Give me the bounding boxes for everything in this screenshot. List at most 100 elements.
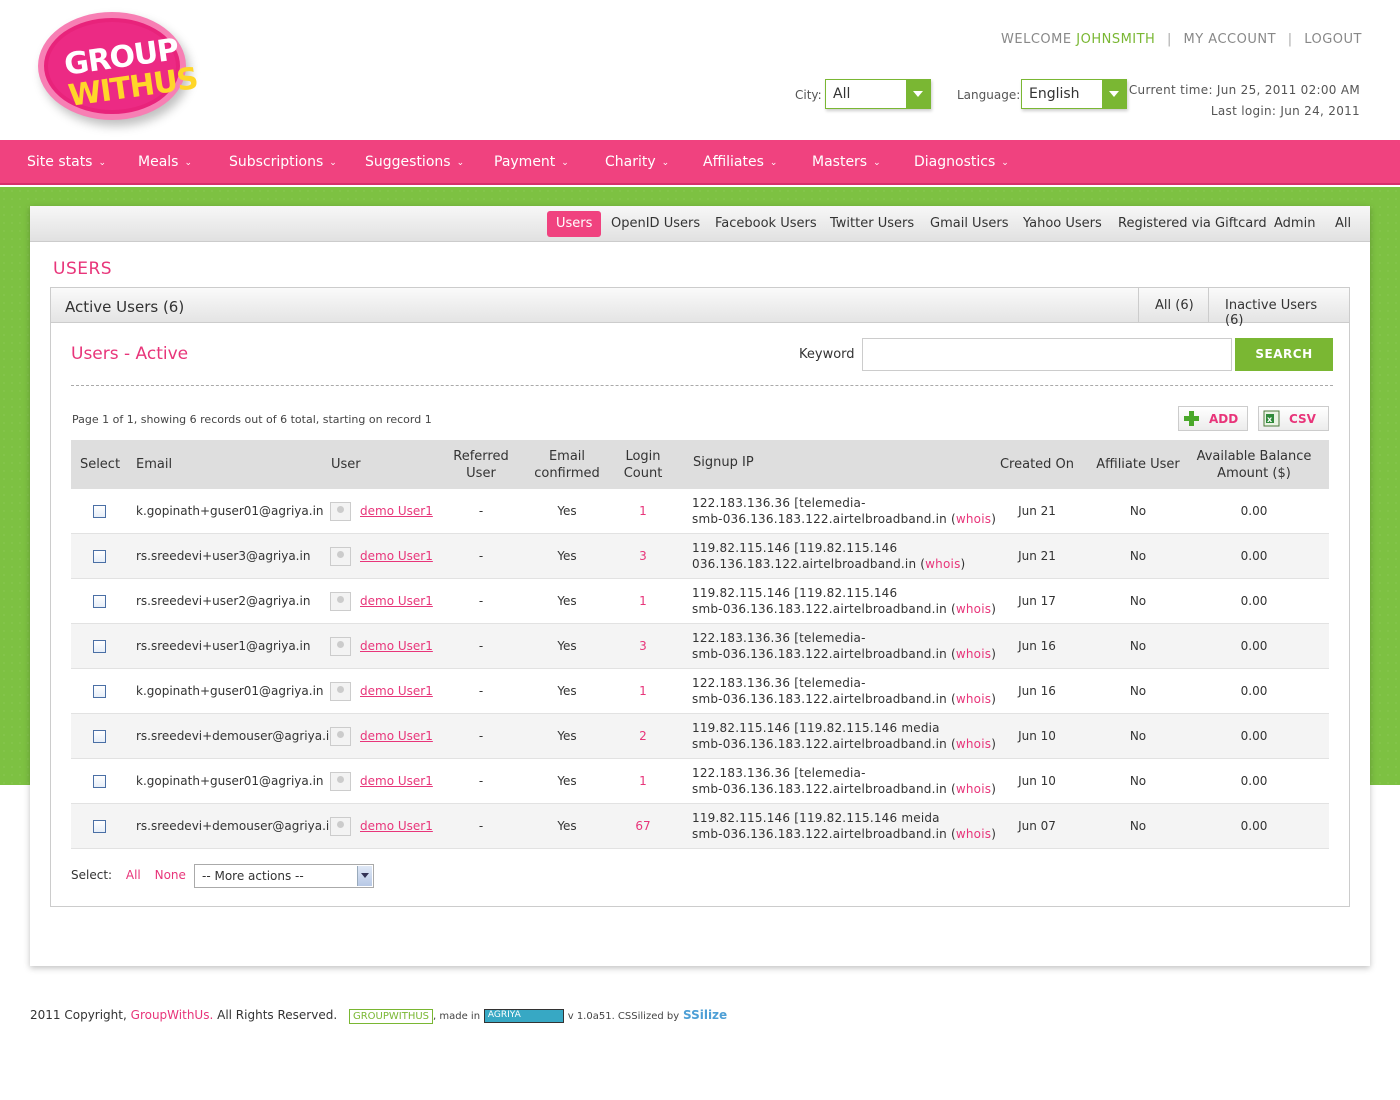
chevron-down-icon[interactable] [357, 866, 372, 886]
keyword-input[interactable] [862, 338, 1232, 371]
row-affiliate: No [1129, 504, 1147, 518]
user-link[interactable]: demo User1 [360, 774, 433, 788]
row-affiliate: No [1129, 549, 1147, 563]
row-login-count[interactable]: 3 [615, 549, 671, 563]
whois-link[interactable]: whois [925, 557, 960, 571]
cssilize-logo[interactable]: SSilize [683, 1008, 727, 1022]
user-link[interactable]: demo User1 [360, 594, 433, 608]
ip-host: smb-036.136.183.122.airtelbroadband.in ( [692, 647, 956, 661]
row-confirmed: Yes [557, 684, 577, 698]
row-login-count[interactable]: 1 [615, 504, 671, 518]
search-button[interactable]: SEARCH [1235, 338, 1333, 371]
tab-all-count[interactable]: All (6) [1138, 288, 1210, 323]
avatar [330, 772, 351, 791]
row-signup-ip: 122.183.136.36 [telemedia-smb-036.136.18… [692, 495, 996, 527]
row-checkbox[interactable] [93, 820, 106, 833]
city-select[interactable]: All [825, 79, 931, 109]
tab-yahoo-users[interactable]: Yahoo Users [1014, 211, 1111, 237]
nav-subscriptions[interactable]: Subscriptions ⌄ [229, 154, 337, 170]
agriya-badge[interactable]: AGRIYA [483, 1008, 564, 1023]
row-affiliate: No [1129, 684, 1147, 698]
nav-masters[interactable]: Masters ⌄ [812, 154, 881, 170]
whois-link[interactable]: whois [956, 647, 991, 661]
logout-link[interactable]: LOGOUT [1304, 32, 1362, 47]
row-checkbox[interactable] [93, 550, 106, 563]
table-row: k.gopinath+guser01@agriya.in demo User1 … [71, 669, 1329, 714]
user-link[interactable]: demo User1 [360, 684, 433, 698]
language-select[interactable]: English [1021, 79, 1127, 109]
col-select: Select [79, 457, 121, 472]
nav-diagnostics[interactable]: Diagnostics ⌄ [914, 154, 1009, 170]
user-link[interactable]: demo User1 [360, 639, 433, 653]
col-available-balance: Available Balance Amount ($) [1196, 449, 1312, 481]
row-checkbox[interactable] [93, 775, 106, 788]
brand-link[interactable]: GroupWithUs. [131, 1008, 214, 1022]
tab-twitter-users[interactable]: Twitter Users [821, 211, 923, 237]
row-login-count[interactable]: 1 [615, 774, 671, 788]
row-login-count[interactable]: 2 [615, 729, 671, 743]
nav-payment[interactable]: Payment ⌄ [494, 154, 569, 170]
ip-line: 119.82.115.146 [119.82.115.146 [692, 541, 898, 555]
row-signup-ip: 122.183.136.36 [telemedia-smb-036.136.18… [692, 630, 996, 662]
row-login-count[interactable]: 1 [615, 594, 671, 608]
chevron-down-icon[interactable] [906, 80, 930, 108]
row-checkbox[interactable] [93, 730, 106, 743]
table-row: rs.sreedevi+user2@agriya.in demo User1 -… [71, 579, 1329, 624]
user-link[interactable]: demo User1 [360, 819, 433, 833]
tab-users[interactable]: Users [547, 211, 602, 237]
row-created-on: Jun 21 [1018, 549, 1056, 563]
whois-link[interactable]: whois [956, 737, 991, 751]
my-account-link[interactable]: MY ACCOUNT [1184, 32, 1277, 47]
nav-suggestions[interactable]: Suggestions ⌄ [365, 154, 464, 170]
row-checkbox[interactable] [93, 685, 106, 698]
tab-registered-via-giftcard[interactable]: Registered via Giftcard [1109, 211, 1276, 237]
tab-openid-users[interactable]: OpenID Users [602, 211, 709, 237]
ip-line: 119.82.115.146 [119.82.115.146 [692, 586, 898, 600]
tab-admin[interactable]: Admin [1265, 211, 1324, 237]
table-header: Select Email User Referred User Email co… [71, 440, 1329, 489]
groupwithus-logo[interactable]: GROUP WITHUS [38, 12, 200, 120]
more-actions-select[interactable]: -- More actions -- [194, 864, 374, 888]
csv-label: CSV [1289, 412, 1316, 426]
tab-facebook-users[interactable]: Facebook Users [706, 211, 826, 237]
box-title: Active Users (6) [65, 298, 185, 316]
whois-link[interactable]: whois [956, 512, 991, 526]
tab-gmail-users[interactable]: Gmail Users [921, 211, 1017, 237]
whois-link[interactable]: whois [956, 782, 991, 796]
row-balance: 0.00 [1240, 549, 1268, 563]
tab-inactive-users[interactable]: Inactive Users (6) [1208, 288, 1349, 328]
tab-all[interactable]: All [1326, 211, 1360, 237]
row-login-count[interactable]: 67 [615, 819, 671, 833]
table-row: rs.sreedevi+demouser@agriya.in demo User… [71, 714, 1329, 759]
row-login-count[interactable]: 3 [615, 639, 671, 653]
select-none-link[interactable]: None [155, 868, 186, 882]
ip-line: smb-036.136.183.122.airtelbroadband.in (… [692, 602, 997, 616]
row-confirmed: Yes [557, 549, 577, 563]
user-link[interactable]: demo User1 [360, 549, 433, 563]
row-checkbox[interactable] [93, 505, 106, 518]
ip-line: 036.136.183.122.airtelbroadband.in (whoi… [692, 557, 966, 571]
add-button[interactable]: ADD [1178, 406, 1248, 431]
chevron-down-icon[interactable] [1102, 80, 1126, 108]
row-balance: 0.00 [1240, 594, 1268, 608]
nav-affiliates[interactable]: Affiliates ⌄ [703, 154, 777, 170]
nav-meals[interactable]: Meals ⌄ [138, 154, 192, 170]
chevron-down-icon: ⌄ [329, 158, 337, 168]
nav-site-stats[interactable]: Site stats ⌄ [27, 154, 106, 170]
row-signup-ip: 119.82.115.146 [119.82.115.146 036.136.18… [692, 540, 965, 572]
groupwithus-badge[interactable]: GROUPWITHUS [348, 1009, 434, 1024]
whois-link[interactable]: whois [956, 827, 991, 841]
ip-line: smb-036.136.183.122.airtelbroadband.in (… [692, 647, 997, 661]
whois-link[interactable]: whois [956, 602, 991, 616]
nav-charity[interactable]: Charity ⌄ [605, 154, 669, 170]
whois-link[interactable]: whois [956, 692, 991, 706]
user-link[interactable]: demo User1 [360, 729, 433, 743]
row-checkbox[interactable] [93, 595, 106, 608]
csv-button[interactable]: x CSV [1258, 406, 1329, 431]
select-all-link[interactable]: All [126, 868, 141, 882]
row-checkbox[interactable] [93, 640, 106, 653]
row-login-count[interactable]: 1 [615, 684, 671, 698]
rights-text: All Rights Reserved. [217, 1008, 338, 1022]
username[interactable]: JOHNSMITH [1076, 32, 1155, 47]
user-link[interactable]: demo User1 [360, 504, 433, 518]
